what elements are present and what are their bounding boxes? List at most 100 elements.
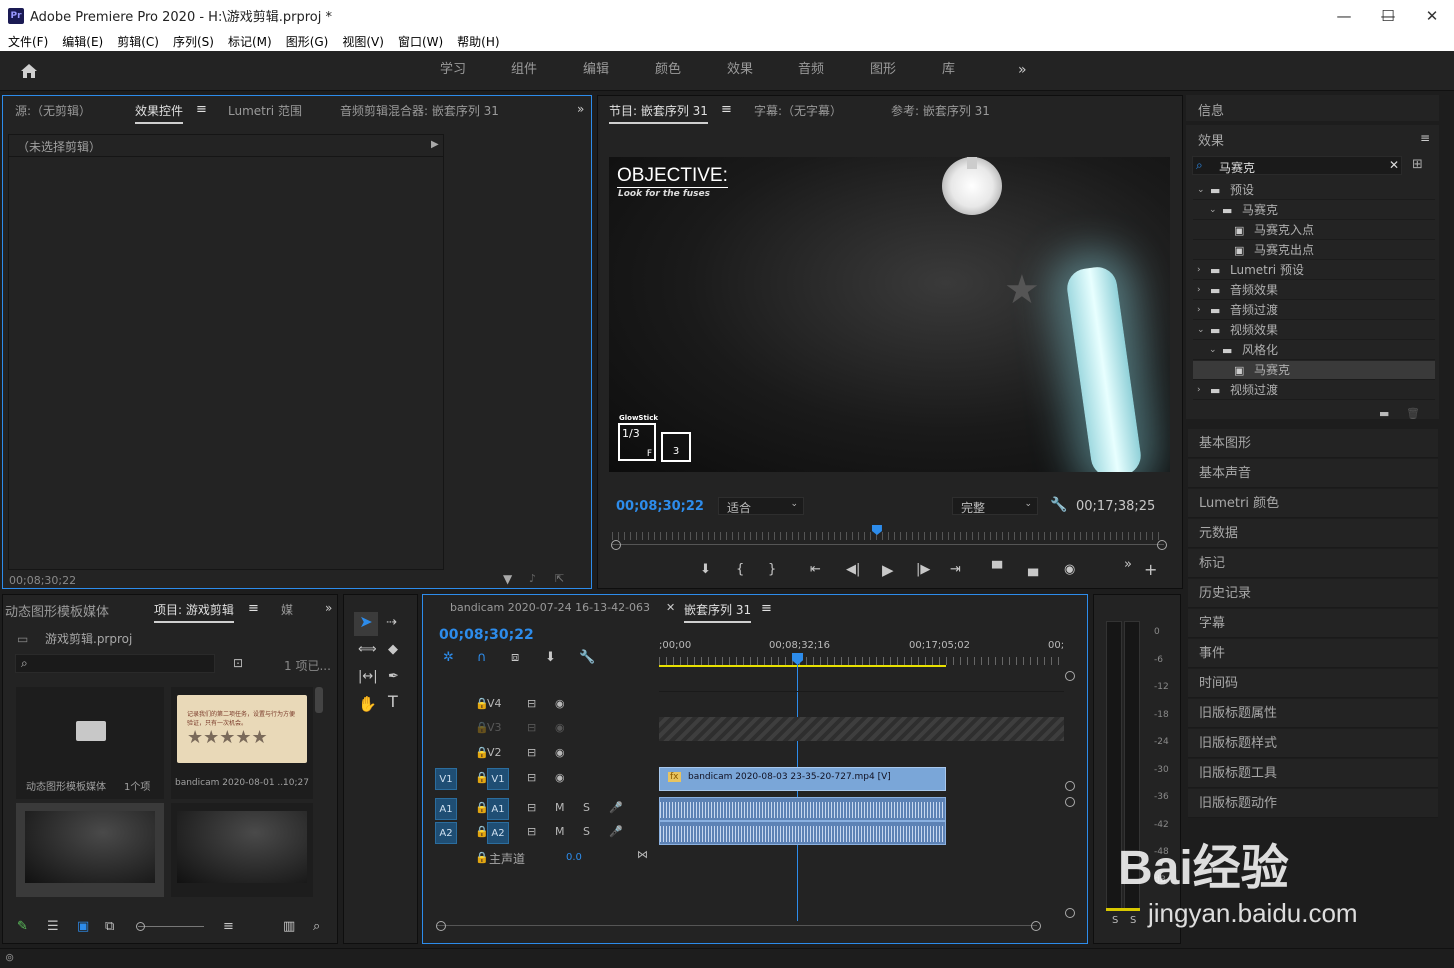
tab-sequence-bandicam[interactable]: bandicam 2020-07-24 16-13-42-063	[450, 601, 650, 614]
effects-tree-item[interactable]: › ▬ Lumetri 预设	[1193, 261, 1435, 280]
chevron-right-icon[interactable]: ›	[1197, 281, 1201, 300]
workspace-graphics[interactable]: 图形	[870, 51, 896, 91]
filter-icon[interactable]: ▼	[503, 572, 512, 586]
home-icon[interactable]	[20, 63, 38, 79]
scroll-end-handle[interactable]	[1157, 540, 1167, 550]
selection-tool-icon[interactable]: ➤	[354, 612, 378, 636]
project-scrollbar[interactable]	[315, 687, 323, 713]
zoom-select[interactable]: 适合 ⌄	[718, 497, 804, 515]
snap-icon[interactable]: ∩	[477, 651, 487, 665]
type-tool-icon[interactable]: T	[388, 694, 398, 710]
zoom-slider[interactable]	[138, 926, 204, 927]
automate-icon[interactable]: ▥	[283, 920, 295, 934]
close-button[interactable]: ✕	[1410, 0, 1454, 31]
track-label-v1[interactable]: V1	[487, 768, 509, 790]
tab-captions[interactable]: 字幕:（无字幕）	[754, 102, 842, 119]
chevron-right-icon[interactable]: ›	[1197, 301, 1201, 320]
expand-arrow-icon[interactable]: ▶	[431, 139, 439, 150]
h-scroll-end-handle[interactable]	[1031, 921, 1041, 931]
extract-icon[interactable]: ▄	[1028, 563, 1038, 577]
panel-section-7[interactable]: 事件	[1188, 639, 1438, 668]
audio-clip-a1[interactable]	[659, 797, 946, 821]
panel-section-4[interactable]: 标记	[1188, 549, 1438, 578]
project-search-field[interactable]: ⌕	[15, 654, 215, 673]
menu-file[interactable]: 文件(F)	[8, 33, 48, 50]
project-menu-icon[interactable]: ≡	[248, 601, 259, 616]
v-scroll-handle-3[interactable]	[1065, 797, 1075, 807]
workspace-libraries[interactable]: 库	[942, 51, 955, 91]
effects-tree-item[interactable]: ⌄ ▬ 预设	[1193, 181, 1435, 200]
tab-reference[interactable]: 参考: 嵌套序列 31	[891, 102, 990, 119]
eye-icon[interactable]: ◉	[555, 721, 565, 734]
workspace-effects[interactable]: 效果	[727, 51, 753, 91]
menu-edit[interactable]: 编辑(E)	[62, 33, 103, 50]
sync-lock-icon[interactable]: ⊟	[527, 721, 536, 734]
tab-program[interactable]: 节目: 嵌套序列 31	[609, 102, 708, 124]
chevron-down-icon[interactable]: ⌄	[1209, 341, 1217, 360]
clip-item[interactable]: 记录我们的第二项任务，设置与行为方便验证，只有一次机会。 ★★★★★ bandi…	[171, 687, 313, 799]
panel-section-3[interactable]: 元数据	[1188, 519, 1438, 548]
effects-tree-item[interactable]: ⌄ ▬ 马赛克	[1193, 201, 1435, 220]
menu-sequence[interactable]: 序列(S)	[173, 33, 214, 50]
source-patch-a2[interactable]: A2	[435, 822, 457, 844]
go-to-in-icon[interactable]: ⇤	[810, 563, 821, 577]
track-select-tool-icon[interactable]: ⇢	[386, 616, 397, 630]
source-patch-v1[interactable]: V1	[435, 768, 457, 790]
track-label-a1[interactable]: A1	[487, 798, 509, 820]
close-tab-icon[interactable]: ✕	[666, 601, 675, 614]
menu-view[interactable]: 视图(V)	[342, 33, 384, 50]
pen-tool-icon[interactable]: ✒	[388, 670, 399, 684]
eye-icon[interactable]: ◉	[555, 746, 565, 759]
wrench-icon[interactable]: 🔧	[1050, 497, 1067, 513]
chevron-down-icon[interactable]: ⌄	[1197, 321, 1205, 340]
workspace-audio[interactable]: 音频	[798, 51, 824, 91]
timeline-ruler[interactable]	[659, 657, 1064, 665]
freeform-view-icon[interactable]: ⧉	[105, 920, 114, 934]
panel-section-9[interactable]: 旧版标题属性	[1188, 699, 1438, 728]
ripple-edit-tool-icon[interactable]: ⟺	[358, 643, 377, 657]
effects-tree-item[interactable]: ▣ 马赛克出点	[1193, 241, 1435, 260]
mark-in-icon[interactable]: {	[736, 563, 744, 577]
chevron-down-icon[interactable]: ⌄	[1197, 181, 1205, 200]
sync-lock-icon[interactable]: ⊟	[527, 825, 536, 838]
hand-tool-icon[interactable]: ✋	[358, 697, 377, 712]
maximize-button[interactable]: ☐	[1366, 0, 1410, 31]
panel-section-11[interactable]: 旧版标题工具	[1188, 759, 1438, 788]
source-patch-a1[interactable]: A1	[435, 798, 457, 820]
master-volume[interactable]: 0.0	[566, 852, 582, 863]
workspace-color[interactable]: 颜色	[655, 51, 681, 91]
chevron-right-icon[interactable]: ›	[1197, 381, 1201, 400]
play-icon[interactable]: ▶	[882, 563, 894, 578]
find-icon[interactable]: ⊡	[233, 656, 243, 670]
panel-section-5[interactable]: 历史记录	[1188, 579, 1438, 608]
step-back-icon[interactable]: ◀|	[846, 563, 860, 577]
panel-section-8[interactable]: 时间码	[1188, 669, 1438, 698]
video-clip[interactable]: fx bandicam 2020-08-03 23-35-20-727.mp4 …	[659, 767, 946, 791]
list-view-icon[interactable]: ☰	[47, 920, 59, 934]
master-lock-icon[interactable]: 🔒	[475, 851, 489, 864]
solo-right-button[interactable]: S	[1130, 915, 1136, 926]
add-marker-icon[interactable]: ⬇	[545, 651, 556, 665]
effects-tree-item[interactable]: ▣ 马赛克入点	[1193, 221, 1435, 240]
effects-tree-item[interactable]: › ▬ 音频过渡	[1193, 301, 1435, 320]
panel-overflow-icon[interactable]: »	[577, 102, 584, 116]
slip-tool-icon[interactable]: |↔|	[358, 670, 378, 684]
scroll-start-handle[interactable]	[611, 540, 621, 550]
scrub-bar[interactable]	[612, 544, 1164, 545]
video-frame[interactable]: OBJECTIVE: Look for the fuses ★ GlowStic…	[609, 157, 1170, 472]
go-to-out-icon[interactable]: ⇥	[950, 563, 961, 577]
go-to-end-icon[interactable]: ⋈	[637, 848, 648, 861]
step-forward-icon[interactable]: |▶	[916, 563, 930, 577]
panel-section-0[interactable]: 基本图形	[1188, 429, 1438, 458]
tab-project[interactable]: 项目: 游戏剪辑	[154, 601, 234, 623]
track-label-v4[interactable]: V4	[487, 697, 502, 710]
panel-section-6[interactable]: 字幕	[1188, 609, 1438, 638]
effects-menu-icon[interactable]: ≡	[1420, 131, 1430, 145]
v-scroll-handle-1[interactable]	[1065, 671, 1075, 681]
tab-lumetri-scopes[interactable]: Lumetri 范围	[228, 102, 302, 119]
sync-lock-icon[interactable]: ⊟	[527, 746, 536, 759]
solo-left-button[interactable]: S	[1112, 915, 1118, 926]
controls-overflow-icon[interactable]: »	[1124, 558, 1132, 572]
effects-tree-item[interactable]: › ▬ 视频过渡	[1193, 381, 1435, 400]
timeline-settings-icon[interactable]: 🔧	[579, 651, 595, 665]
